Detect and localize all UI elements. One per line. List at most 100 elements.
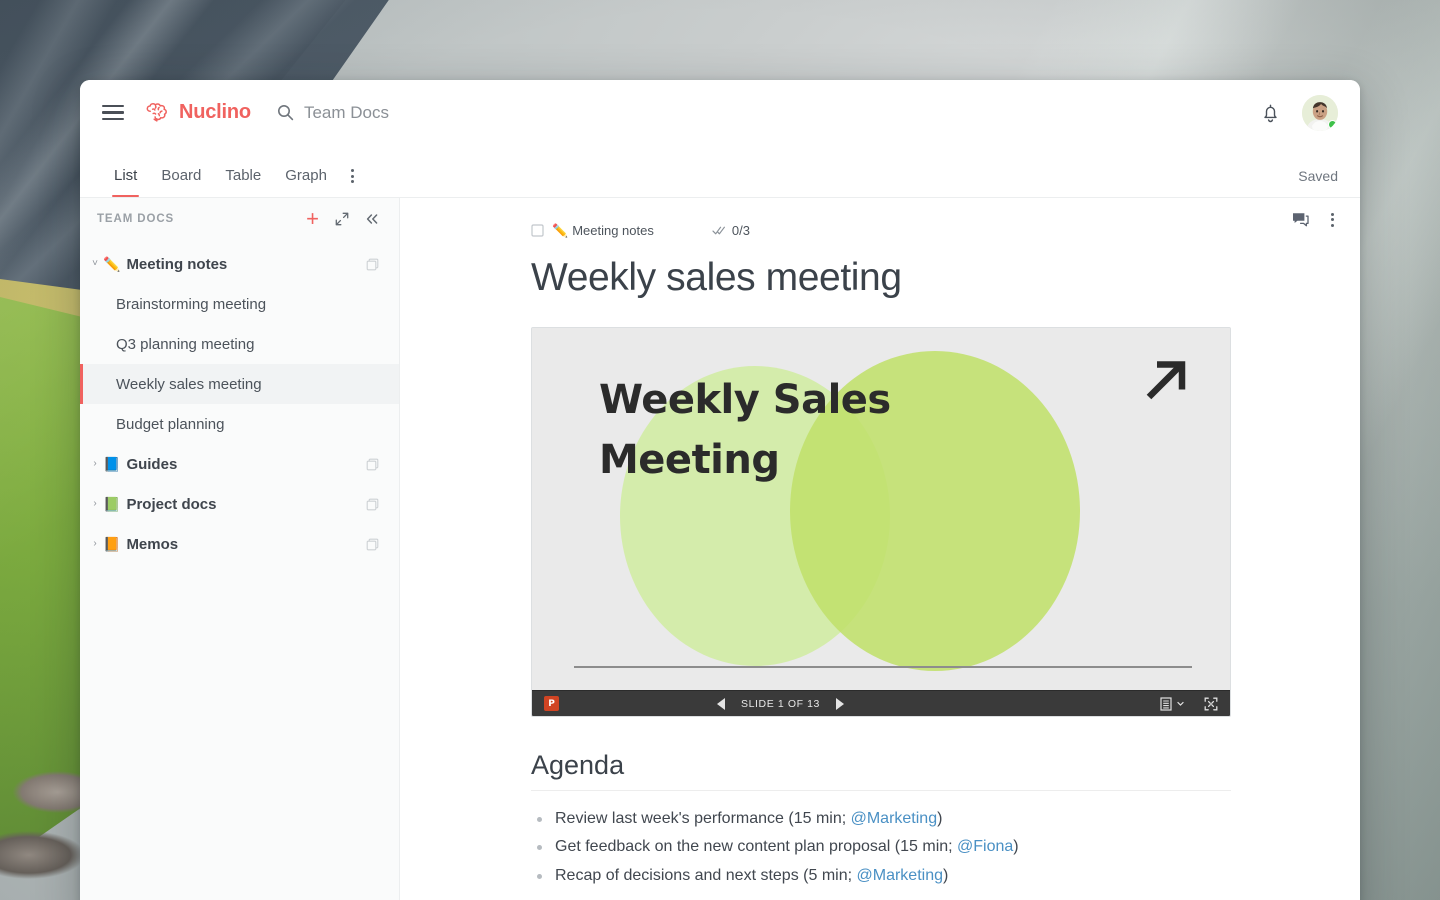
search-input[interactable]: Team Docs (304, 103, 389, 123)
brand-name: Nuclino (179, 101, 251, 123)
green-book-emoji-icon: 📗 (103, 496, 121, 512)
sidebar-item-memos[interactable]: › 📙 Memos (80, 524, 399, 564)
document-body: ✏️ Meeting notes 0/3 Weekly sales meetin… (400, 198, 1360, 890)
duplicate-icon[interactable] (366, 498, 379, 511)
presentation-toolbar-right (1160, 696, 1218, 711)
blue-book-emoji-icon: 📘 (103, 456, 121, 472)
sidebar-actions: + (306, 208, 379, 230)
slide-notes-button[interactable] (1160, 696, 1184, 711)
sidebar-item-weekly-sales-meeting[interactable]: Weekly sales meeting (80, 364, 399, 404)
sidebar: TEAM DOCS + ˅ ✏️ Meeting notes Brainstor… (80, 197, 400, 900)
slide-title: Weekly Sales Meeting (599, 377, 891, 483)
sidebar-item-project-docs[interactable]: › 📗 Project docs (80, 484, 399, 524)
chevron-right-icon[interactable]: › (88, 459, 102, 469)
list-item: Get feedback on the new content plan pro… (531, 833, 1231, 861)
sidebar-item-meeting-notes[interactable]: ˅ ✏️ Meeting notes (80, 244, 399, 284)
expand-icon[interactable] (335, 212, 349, 226)
tab-table[interactable]: Table (213, 167, 273, 197)
next-slide-icon[interactable] (836, 697, 844, 710)
app-topbar: Nuclino Team Docs (80, 80, 1360, 145)
arrow-up-right-icon (1146, 361, 1186, 400)
presentation-embed[interactable]: Weekly Sales Meeting P SLIDE 1 OF 13 (531, 327, 1231, 717)
bullet-text: Review last week's performance (15 min; (555, 810, 851, 827)
chevron-right-icon[interactable]: › (88, 499, 102, 509)
bullet-text-post: ) (1013, 838, 1019, 856)
bullet-text: Get feedback on the new content plan pro… (555, 838, 958, 856)
notification-bell-icon[interactable] (1261, 102, 1280, 123)
tab-board[interactable]: Board (149, 167, 213, 197)
hamburger-icon[interactable] (102, 104, 124, 121)
orange-book-emoji-icon: 📙 (103, 536, 121, 552)
search-box[interactable]: Team Docs (277, 103, 389, 123)
duplicate-icon[interactable] (366, 458, 379, 471)
agenda-list: Review last week's performance (15 min; … (531, 805, 1231, 890)
sidebar-title: TEAM DOCS (97, 213, 175, 225)
plus-icon[interactable]: + (306, 208, 319, 230)
bullet-text: Recap of decisions and next steps (5 min… (555, 866, 857, 884)
brand-logo[interactable]: Nuclino (146, 101, 251, 124)
tabs-more-icon[interactable] (339, 169, 364, 197)
sidebar-header: TEAM DOCS + (80, 198, 399, 240)
bullet-text-post: ) (943, 866, 949, 884)
sidebar-item-label: Memos (126, 535, 179, 553)
task-count: 0/3 (731, 222, 750, 238)
more-vertical-icon (350, 169, 354, 183)
mention-link[interactable]: @Marketing (851, 810, 938, 827)
sidebar-item-q3-planning-meeting[interactable]: Q3 planning meeting (80, 324, 399, 364)
breadcrumb-label[interactable]: Meeting notes (572, 223, 654, 238)
slide-navigation: SLIDE 1 OF 13 (717, 697, 844, 710)
nuclino-brain-logo-icon (146, 102, 167, 122)
document-more-icon[interactable] (1331, 212, 1334, 227)
topbar-right-actions (1261, 94, 1338, 131)
sidebar-item-label: Project docs (126, 495, 217, 513)
page-title[interactable]: Weekly sales meeting (531, 256, 1360, 300)
mention-link[interactable]: @Marketing (857, 867, 944, 884)
list-item: Review last week's performance (15 min; … (531, 805, 1231, 833)
fullscreen-icon[interactable] (1204, 697, 1218, 711)
document-pane: ✏️ Meeting notes 0/3 Weekly sales meetin… (400, 197, 1360, 900)
slide-rule (574, 666, 1192, 668)
slide-notes-icon (1160, 696, 1172, 711)
list-item: Recap of decisions and next steps (5 min… (531, 862, 1231, 890)
mention-link[interactable]: @Fiona (957, 838, 1013, 855)
app-body: TEAM DOCS + ˅ ✏️ Meeting notes Brainstor… (80, 197, 1360, 900)
avatar[interactable] (1302, 94, 1338, 131)
duplicate-icon[interactable] (366, 258, 379, 271)
tab-list[interactable]: List (102, 167, 149, 197)
online-status-dot (1328, 119, 1337, 129)
nuclino-app-window: Nuclino Team Docs List Board Table Graph… (80, 80, 1360, 900)
sidebar-item-label: Guides (126, 455, 178, 473)
sidebar-tree: ˅ ✏️ Meeting notes Brainstorming meeting… (80, 240, 399, 564)
sidebar-item-guides[interactable]: › 📘 Guides (80, 444, 399, 484)
tab-graph[interactable]: Graph (273, 167, 339, 197)
comment-icon[interactable] (1292, 212, 1309, 227)
breadcrumb: ✏️ Meeting notes 0/3 (531, 220, 1360, 240)
chevron-down-icon[interactable]: ˅ (88, 259, 102, 269)
search-icon (277, 105, 294, 121)
task-progress: 0/3 (712, 223, 750, 238)
slide-counter: SLIDE 1 OF 13 (741, 697, 820, 710)
duplicate-icon[interactable] (366, 538, 379, 551)
pencil-emoji-icon: ✏️ (103, 256, 121, 272)
sidebar-item-label: Q3 planning meeting (116, 335, 255, 353)
slide-canvas: Weekly Sales Meeting (532, 328, 1230, 690)
sidebar-item-brainstorming-meeting[interactable]: Brainstorming meeting (80, 284, 399, 324)
sidebar-item-label: Brainstorming meeting (116, 295, 267, 313)
card-icon[interactable] (531, 223, 544, 237)
sidebar-item-label: Weekly sales meeting (116, 375, 262, 393)
previous-slide-icon[interactable] (717, 697, 725, 710)
chevron-right-icon[interactable]: › (88, 539, 102, 549)
view-tabs: List Board Table Graph (102, 167, 364, 197)
desktop-wallpaper: Nuclino Team Docs List Board Table Graph… (0, 0, 1440, 900)
sidebar-item-label: Meeting notes (126, 255, 228, 273)
presentation-toolbar: P SLIDE 1 OF 13 (532, 690, 1230, 716)
double-check-icon (712, 226, 725, 234)
document-tools (1292, 212, 1334, 227)
view-tabs-bar: List Board Table Graph Saved (80, 145, 1360, 197)
section-heading-agenda[interactable]: Agenda (531, 750, 1231, 791)
sidebar-item-label: Budget planning (116, 415, 225, 433)
chevron-down-icon (1177, 701, 1184, 706)
powerpoint-icon[interactable]: P (544, 696, 559, 711)
collapse-sidebar-icon[interactable] (365, 213, 379, 225)
sidebar-item-budget-planning[interactable]: Budget planning (80, 404, 399, 444)
